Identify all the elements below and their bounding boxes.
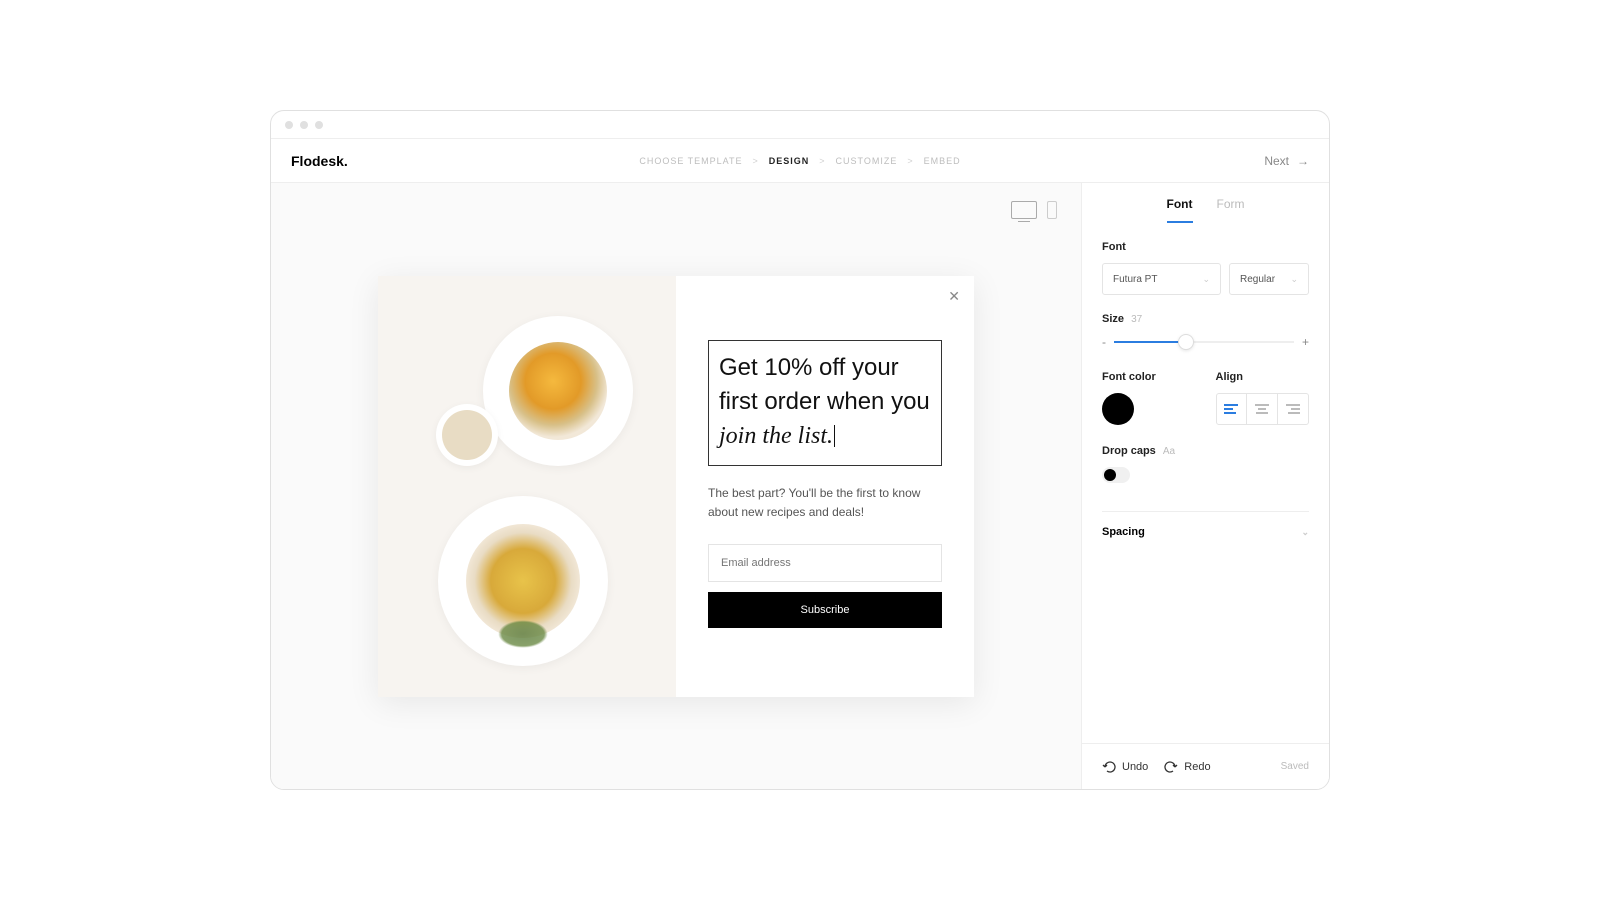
browser-window: Flodesk. CHOOSE TEMPLATE > DESIGN > CUST… bbox=[270, 110, 1330, 790]
panel-footer: Undo Redo Saved bbox=[1082, 743, 1329, 789]
tab-font[interactable]: Font bbox=[1167, 197, 1193, 223]
undo-button[interactable]: Undo bbox=[1102, 760, 1148, 774]
headline-italic: join the list. bbox=[719, 423, 833, 449]
tab-form[interactable]: Form bbox=[1217, 197, 1245, 223]
divider bbox=[1102, 511, 1309, 512]
font-family-value: Futura PT bbox=[1113, 274, 1157, 285]
next-label: Next bbox=[1264, 154, 1289, 168]
font-weight-value: Regular bbox=[1240, 274, 1275, 285]
drop-caps-toggle[interactable] bbox=[1102, 467, 1130, 483]
app-body: ✕ Get 10% off your first order when you … bbox=[271, 183, 1329, 789]
undo-icon bbox=[1102, 760, 1116, 774]
chevron-right-icon: > bbox=[819, 156, 825, 166]
minus-button[interactable]: - bbox=[1102, 335, 1106, 349]
popup-preview: ✕ Get 10% off your first order when you … bbox=[378, 276, 974, 697]
font-weight-select[interactable]: Regular ⌄ bbox=[1229, 263, 1309, 295]
size-value: 37 bbox=[1131, 314, 1142, 325]
headline-plain: Get 10% off your first order when you bbox=[719, 354, 930, 415]
arrow-right-icon: → bbox=[1297, 154, 1309, 168]
chevron-right-icon: > bbox=[753, 156, 759, 166]
breadcrumb: CHOOSE TEMPLATE > DESIGN > CUSTOMIZE > E… bbox=[639, 156, 960, 166]
popup-image[interactable] bbox=[378, 276, 676, 697]
app-header: Flodesk. CHOOSE TEMPLATE > DESIGN > CUST… bbox=[271, 139, 1329, 183]
mobile-view-button[interactable] bbox=[1047, 201, 1057, 219]
food-plate-icon bbox=[438, 496, 608, 666]
size-slider-row: - + bbox=[1102, 335, 1309, 349]
food-plate-icon bbox=[483, 316, 633, 466]
canvas: ✕ Get 10% off your first order when you … bbox=[271, 183, 1081, 789]
breadcrumb-step[interactable]: CHOOSE TEMPLATE bbox=[639, 156, 742, 166]
chevron-down-icon: ⌄ bbox=[1301, 527, 1309, 538]
text-cursor bbox=[834, 425, 835, 447]
headline-text: Get 10% off your first order when you jo… bbox=[719, 351, 931, 453]
redo-button[interactable]: Redo bbox=[1164, 760, 1210, 774]
size-label-text: Size bbox=[1102, 313, 1124, 325]
breadcrumb-step[interactable]: EMBED bbox=[924, 156, 961, 166]
chevron-down-icon: ⌄ bbox=[1290, 274, 1298, 285]
popup-content: ✕ Get 10% off your first order when you … bbox=[676, 276, 974, 697]
chevron-right-icon: > bbox=[907, 156, 913, 166]
size-label: Size 37 bbox=[1102, 313, 1309, 325]
align-label: Align bbox=[1216, 371, 1310, 383]
panel-content: Font Futura PT ⌄ Regular ⌄ Size 37 bbox=[1082, 223, 1329, 743]
font-label: Font bbox=[1102, 241, 1309, 253]
next-button[interactable]: Next → bbox=[1264, 154, 1309, 168]
headline-editor[interactable]: Get 10% off your first order when you jo… bbox=[708, 340, 942, 466]
saved-status: Saved bbox=[1281, 761, 1309, 772]
size-slider[interactable] bbox=[1114, 341, 1294, 343]
window-chrome bbox=[271, 111, 1329, 139]
drop-caps-label: Drop caps Aa bbox=[1102, 445, 1309, 457]
slider-thumb[interactable] bbox=[1178, 334, 1194, 350]
redo-label: Redo bbox=[1184, 761, 1210, 773]
font-color-picker[interactable] bbox=[1102, 393, 1134, 425]
font-color-label: Font color bbox=[1102, 371, 1196, 383]
align-left-icon bbox=[1224, 404, 1238, 414]
window-dot bbox=[315, 121, 323, 129]
window-dot bbox=[285, 121, 293, 129]
align-center-icon bbox=[1255, 404, 1269, 414]
subtext[interactable]: The best part? You'll be the first to kn… bbox=[708, 484, 942, 522]
redo-icon bbox=[1164, 760, 1178, 774]
breadcrumb-step[interactable]: CUSTOMIZE bbox=[836, 156, 898, 166]
email-field[interactable] bbox=[708, 544, 942, 582]
font-family-select[interactable]: Futura PT ⌄ bbox=[1102, 263, 1221, 295]
properties-panel: Font Form Font Futura PT ⌄ Regular ⌄ Siz bbox=[1081, 183, 1329, 789]
close-icon[interactable]: ✕ bbox=[948, 288, 960, 305]
spacing-label: Spacing bbox=[1102, 526, 1145, 538]
chevron-down-icon: ⌄ bbox=[1202, 274, 1210, 285]
viewport-toggle bbox=[1011, 201, 1057, 219]
breadcrumb-step-active[interactable]: DESIGN bbox=[769, 156, 810, 166]
drop-caps-hint: Aa bbox=[1163, 446, 1175, 457]
logo: Flodesk. bbox=[291, 153, 348, 169]
desktop-view-button[interactable] bbox=[1011, 201, 1037, 219]
align-center-button[interactable] bbox=[1247, 394, 1278, 424]
undo-label: Undo bbox=[1122, 761, 1148, 773]
align-right-icon bbox=[1286, 404, 1300, 414]
drop-caps-text: Drop caps bbox=[1102, 445, 1156, 457]
spacing-section[interactable]: Spacing ⌄ bbox=[1102, 526, 1309, 538]
align-right-button[interactable] bbox=[1278, 394, 1308, 424]
panel-tabs: Font Form bbox=[1082, 183, 1329, 223]
align-left-button[interactable] bbox=[1217, 394, 1248, 424]
subscribe-button[interactable]: Subscribe bbox=[708, 592, 942, 628]
window-dot bbox=[300, 121, 308, 129]
align-group bbox=[1216, 393, 1310, 425]
plus-button[interactable]: + bbox=[1302, 335, 1309, 349]
food-bowl-icon bbox=[436, 404, 498, 466]
